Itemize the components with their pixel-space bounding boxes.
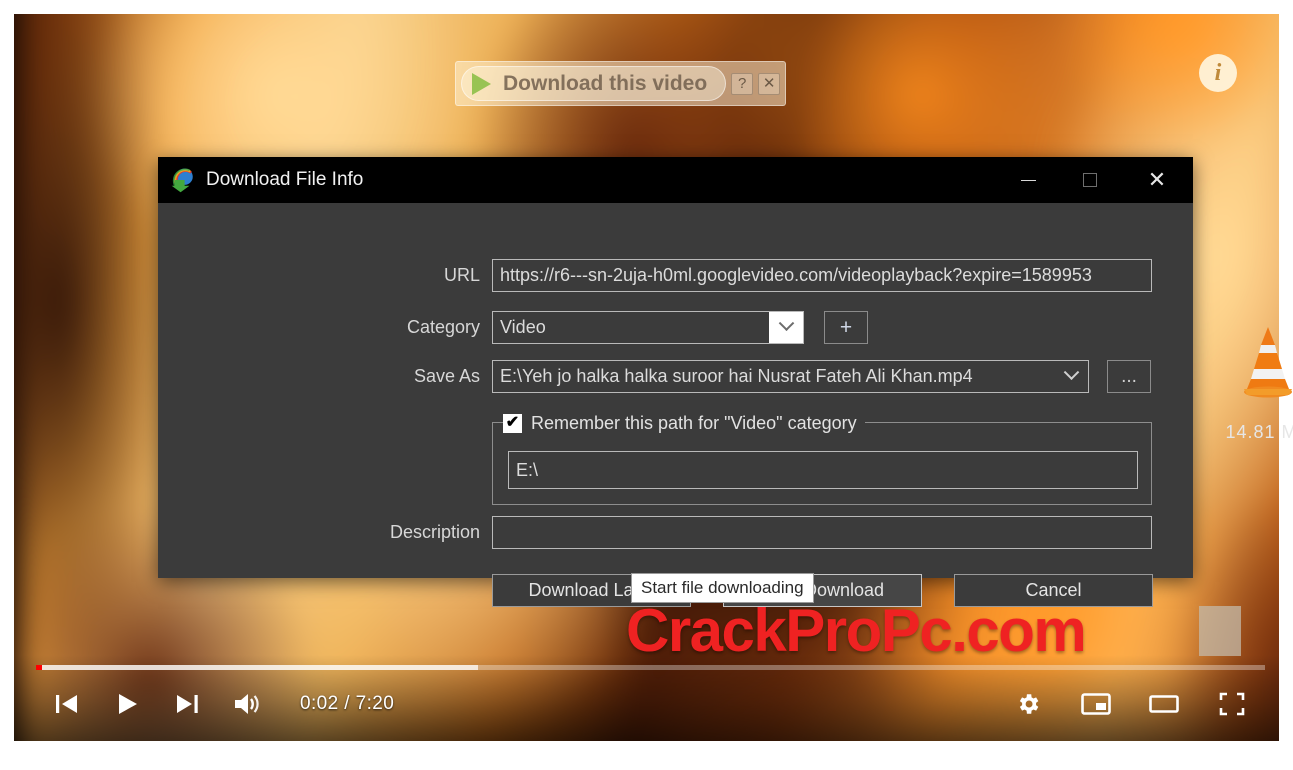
player-time-display: 0:02 / 7:20 (300, 693, 395, 714)
idm-globe-icon (171, 168, 193, 193)
url-label: URL (443, 265, 480, 285)
volume-icon (235, 694, 259, 714)
save-as-label: Save As (413, 366, 480, 386)
fullscreen-icon (1219, 692, 1245, 716)
screenshot-root: Download this video ? ✕ i CrackProPc.com (0, 0, 1293, 770)
progress-played (36, 665, 42, 670)
save-as-dropdown-arrow[interactable] (1054, 361, 1088, 392)
window-controls: ✕ (997, 157, 1193, 203)
file-size-label: 14.81 MB (1225, 422, 1293, 442)
vlc-cone-icon (1244, 327, 1292, 398)
theater-icon (1149, 695, 1179, 713)
dialog-button-row: Download Later Start Download Cancel (492, 574, 1153, 607)
remember-path-checkbox[interactable]: ✔ (503, 413, 522, 433)
idm-help-button[interactable]: ? (731, 72, 754, 95)
save-as-input[interactable] (493, 361, 1054, 392)
skip-previous-icon (56, 695, 77, 713)
url-row: URL (158, 259, 1193, 292)
chevron-down-icon (778, 315, 794, 332)
add-category-button[interactable]: + (824, 311, 868, 344)
close-icon: ✕ (1147, 167, 1167, 192)
next-video-button[interactable] (170, 689, 204, 719)
download-this-video-button[interactable]: Download this video (461, 66, 727, 101)
file-meta-panel: 14.81 MB (1198, 323, 1293, 443)
close-button[interactable]: ✕ (1121, 157, 1193, 203)
fullscreen-button[interactable] (1215, 689, 1249, 719)
download-this-video-label: Download this video (503, 71, 708, 95)
ellipsis-icon: ... (1121, 365, 1137, 387)
skip-next-icon (177, 695, 198, 713)
watermark-decoration-block (1199, 606, 1241, 656)
previous-video-button[interactable] (50, 689, 84, 719)
dialog-body: URL Category + Save As (158, 203, 1293, 607)
chevron-down-icon (1063, 364, 1079, 381)
player-left-controls: 0:02 / 7:20 (50, 689, 394, 719)
volume-button[interactable] (230, 689, 264, 719)
maximize-icon (1083, 173, 1097, 187)
browse-button[interactable]: ... (1107, 360, 1151, 393)
category-combobox[interactable] (492, 311, 804, 344)
category-row: Category + (158, 311, 1193, 344)
remember-path-input[interactable] (508, 451, 1138, 489)
remember-path-label: Remember this path for "Video" category (531, 412, 857, 433)
player-right-controls (1011, 689, 1249, 719)
cancel-button[interactable]: Cancel (954, 574, 1153, 607)
gear-icon (1019, 694, 1039, 714)
download-file-info-dialog[interactable]: Download File Info ✕ URL C (158, 157, 1293, 607)
category-label: Category (406, 317, 480, 337)
category-dropdown-arrow[interactable] (769, 312, 803, 343)
remember-path-header: ✔ Remember this path for "Video" categor… (503, 412, 865, 434)
player-control-bar[interactable]: 0:02 / 7:20 (14, 655, 1279, 741)
info-circle-icon[interactable]: i (1199, 54, 1237, 92)
settings-button[interactable] (1011, 689, 1045, 719)
minimize-icon (1020, 179, 1036, 181)
url-input[interactable] (492, 259, 1152, 292)
play-button[interactable] (110, 689, 144, 719)
description-row: Description (158, 516, 1193, 549)
save-as-combobox[interactable] (492, 360, 1089, 393)
minimize-button[interactable] (997, 157, 1059, 203)
maximize-button[interactable] (1059, 157, 1121, 203)
idm-download-video-panel[interactable]: Download this video ? ✕ (455, 61, 787, 106)
miniplayer-icon (1081, 693, 1111, 715)
remember-path-group: ✔ Remember this path for "Video" categor… (492, 412, 1152, 505)
play-icon (119, 694, 137, 714)
save-as-row: Save As ... (158, 360, 1193, 393)
miniplayer-button[interactable] (1079, 689, 1113, 719)
theater-mode-button[interactable] (1147, 689, 1181, 719)
plus-icon: + (839, 316, 853, 339)
category-value[interactable] (493, 312, 769, 343)
checkmark-icon: ✔ (505, 414, 520, 431)
player-progress-bar[interactable] (36, 665, 1265, 670)
idm-close-button[interactable]: ✕ (758, 72, 781, 95)
dialog-title-bar[interactable]: Download File Info ✕ (158, 157, 1193, 203)
progress-loaded (36, 665, 479, 670)
description-label: Description (389, 522, 480, 542)
dialog-title: Download File Info (206, 169, 364, 190)
play-triangle-icon (472, 72, 491, 95)
description-input[interactable] (492, 516, 1152, 549)
start-download-tooltip: Start file downloading (631, 573, 814, 603)
